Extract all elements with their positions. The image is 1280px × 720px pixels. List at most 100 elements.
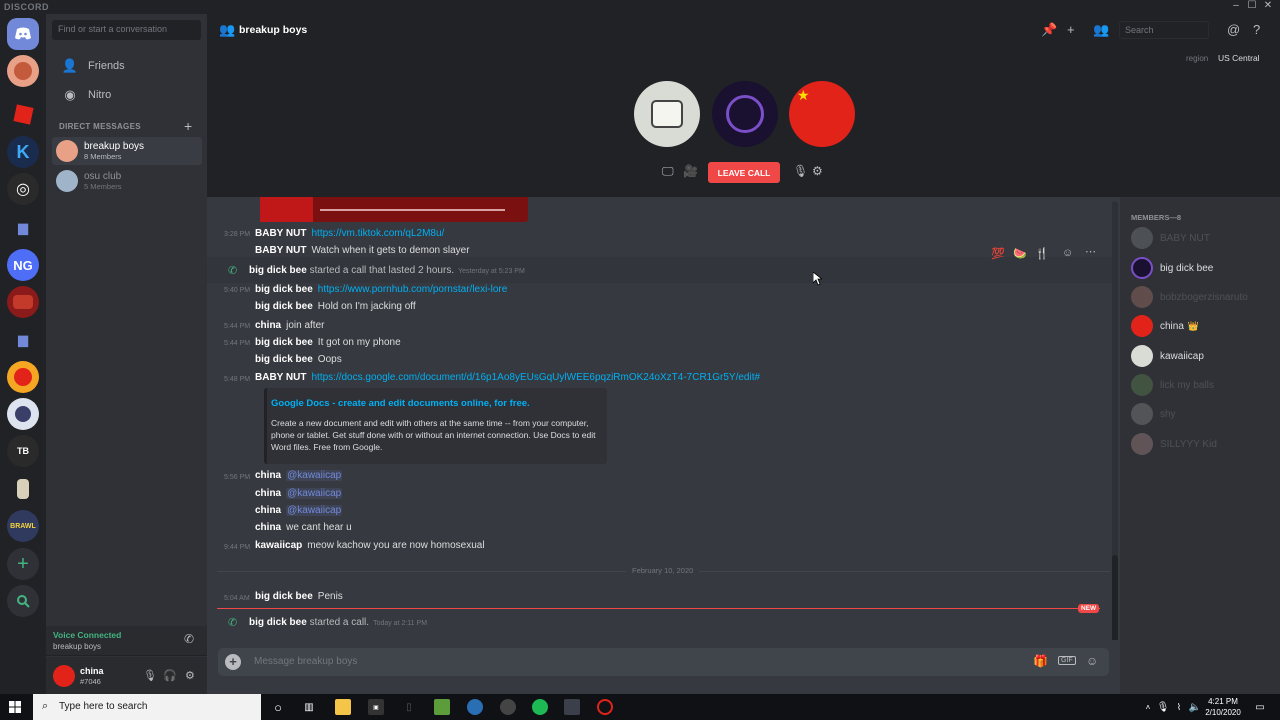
voice-channel-name[interactable]: breakup boys [53,642,101,651]
call-participant-avatar[interactable] [712,81,778,147]
member-item[interactable]: shy [1131,402,1176,426]
server-icon-character[interactable] [7,473,39,505]
server-icon-k[interactable]: K [7,136,39,168]
message-author[interactable]: big dick bee [249,617,307,628]
minimize-button[interactable]: – [1228,0,1244,11]
search-input[interactable]: Search [1119,21,1209,39]
create-dm-icon[interactable]: + [184,118,192,134]
message-author[interactable]: big dick bee [255,301,313,312]
upload-plus-icon[interactable]: + [225,654,241,670]
find-conversation-input[interactable]: Find or start a conversation [52,20,201,40]
member-list-icon[interactable]: 👥 [1093,22,1109,38]
emoji-icon[interactable]: ☺ [1086,654,1098,668]
message-input[interactable]: + Message breakup boys 🎁 GIF ☺ [218,648,1109,676]
message-author[interactable]: big dick bee [255,284,313,295]
server-icon-tb[interactable]: TB [7,435,39,467]
maximize-button[interactable]: ☐ [1244,0,1260,11]
reaction-100-icon[interactable]: 💯 [991,247,1005,260]
region-select[interactable]: US Central [1218,53,1260,63]
steam-icon[interactable] [500,699,516,715]
call-settings-gear-icon[interactable]: ⚙ [812,164,823,178]
minecraft-icon[interactable] [434,699,450,715]
nav-friends[interactable]: 👤 Friends [54,53,202,79]
server-icon-yellow[interactable] [7,361,39,393]
network-icon[interactable]: ⌇ [1171,699,1187,715]
message-author[interactable]: big dick bee [249,265,307,276]
message-author[interactable]: china [255,505,281,516]
message-author[interactable]: BABY NUT [255,245,306,256]
dm-item-breakup-boys[interactable]: breakup boys 8 Members [52,137,202,165]
pin-icon[interactable]: 📌 [1041,22,1057,38]
user-mention[interactable]: @kawaiicap [286,505,343,516]
call-participant-avatar[interactable]: ★ [789,81,855,147]
call-participant-avatar[interactable] [634,81,700,147]
gift-icon[interactable]: 🎁 [1033,654,1048,668]
add-reaction-icon[interactable]: ☺ [1062,247,1073,259]
member-item[interactable]: bobzbogerzisnaruto [1131,285,1248,309]
cortana-icon[interactable]: ○ [270,699,286,715]
video-camera-icon[interactable]: 🎥 [683,164,698,178]
windows-start-icon[interactable] [9,701,21,713]
tray-microphone-icon[interactable]: 🎙 [1155,699,1171,715]
folder-icon-2[interactable]: ▆ [7,324,39,356]
file-explorer-icon[interactable] [335,699,351,715]
home-button[interactable] [7,18,39,50]
video-embed[interactable] [260,197,528,222]
message-link[interactable]: https://www.pornhub.com/pornstar/lexi-lo… [318,284,508,295]
message-author[interactable]: china [255,470,281,481]
folder-icon[interactable]: ▆ [7,212,39,244]
server-icon-avatar-face[interactable] [7,55,39,87]
user-avatar[interactable] [53,665,75,687]
message-author[interactable]: china [255,522,281,533]
browser-icon[interactable] [467,699,483,715]
message-author[interactable]: kawaiicap [255,540,302,551]
help-icon[interactable]: ? [1253,22,1260,37]
settings-gear-icon[interactable]: ⚙ [185,669,195,682]
taskbar-search-input[interactable]: ⌕ Type here to search [33,694,261,720]
spotify-icon[interactable] [532,699,548,715]
notifications-icon[interactable]: ▭ [1252,699,1268,715]
server-icon-roblox[interactable] [7,98,39,130]
message-link[interactable]: https://docs.google.com/document/d/16p1A… [311,372,760,383]
message-link[interactable]: https://vm.tiktok.com/qL2M8u/ [311,228,444,239]
message-author[interactable]: big dick bee [255,591,313,602]
server-icon-anime[interactable] [7,398,39,430]
message-author[interactable]: BABY NUT [255,228,306,239]
reaction-watermelon-icon[interactable]: 🍉 [1013,247,1027,260]
user-mention[interactable]: @kawaiicap [286,470,343,481]
nav-nitro[interactable]: ◉ Nitro [54,82,202,108]
add-friend-icon[interactable]: + [1067,22,1075,37]
member-item[interactable]: BABY NUT [1131,226,1210,250]
user-mention[interactable]: @kawaiicap [286,488,343,499]
app-icon-blank[interactable]: ▯ [401,699,417,715]
reaction-fork-knife-icon[interactable]: 🍴 [1035,247,1049,260]
message-author[interactable]: china [255,320,281,331]
message-author[interactable]: china [255,488,281,499]
mentions-icon[interactable]: @ [1227,22,1240,37]
server-icon-red[interactable] [7,286,39,318]
message-author[interactable]: big dick bee [255,337,313,348]
app-icon-gpu[interactable]: ▣ [368,699,384,715]
tray-chevron-icon[interactable]: ˄ [1140,699,1156,715]
member-item[interactable]: china 👑 [1131,314,1199,338]
server-icon-osu[interactable]: ◎ [7,173,39,205]
opera-icon[interactable] [597,699,613,715]
disconnect-icon[interactable]: ✆ [184,632,194,646]
microphone-icon[interactable]: 🎙 [143,669,157,682]
close-window-button[interactable]: ✕ [1260,0,1276,11]
more-options-icon[interactable]: ⋯ [1085,245,1096,258]
explore-servers-icon[interactable] [7,585,39,617]
discord-taskbar-icon[interactable] [564,699,580,715]
leave-call-button[interactable]: LEAVE CALL [708,162,780,183]
member-item[interactable]: SILLYYY Kid [1131,432,1217,456]
server-icon-ng[interactable]: NG [7,249,39,281]
member-item[interactable]: big dick bee [1131,256,1213,280]
message-author[interactable]: BABY NUT [255,372,306,383]
add-server-icon[interactable]: + [7,548,39,580]
scrollbar-thumb[interactable] [1112,555,1118,643]
server-icon-brawlhalla[interactable]: BRAWL [7,510,39,542]
message-author[interactable]: big dick bee [255,354,313,365]
headphones-icon[interactable]: 🎧 [163,669,177,682]
member-item[interactable]: lick my balls [1131,373,1214,397]
microphone-icon[interactable]: 🎙 [793,164,808,178]
